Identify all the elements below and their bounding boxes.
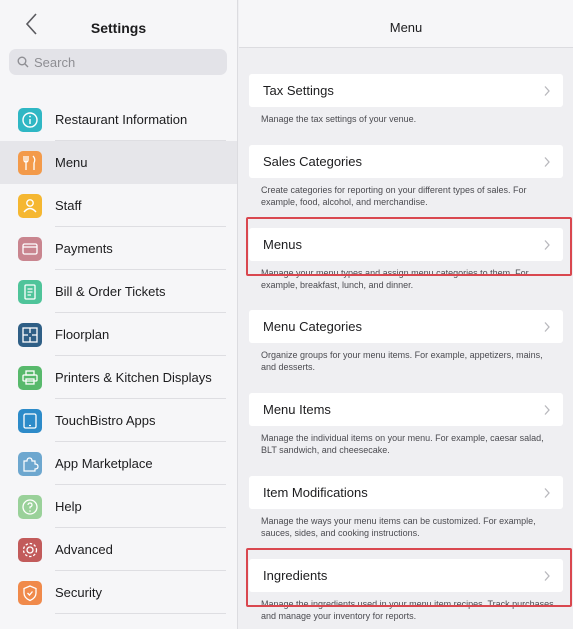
sidebar-item[interactable]: Floorplan bbox=[0, 313, 237, 356]
chevron-right-icon bbox=[544, 570, 550, 581]
sidebar-item-label: Restaurant Information bbox=[55, 112, 188, 127]
sidebar-item-label: Bill & Order Tickets bbox=[55, 284, 166, 299]
menu-detail-pane: Menu Tax Settings Manage the tax settings… bbox=[239, 0, 573, 629]
menu-setting-group: Menus Manage your menu types and assign m… bbox=[249, 228, 563, 291]
menu-setting-group: Menu Categories Organize groups for your … bbox=[249, 310, 563, 373]
printer-icon bbox=[18, 365, 42, 390]
menu-setting-row[interactable]: Menu Categories bbox=[249, 310, 563, 343]
menu-setting-label: Menu Items bbox=[263, 402, 331, 417]
sidebar-title: Settings bbox=[90, 20, 147, 36]
sidebar-item[interactable]: Menu bbox=[0, 141, 237, 184]
chevron-right-icon bbox=[544, 239, 550, 250]
menu-setting-description: Manage the ingredients used in your menu… bbox=[261, 599, 554, 621]
wallet-icon bbox=[18, 236, 42, 261]
menu-setting-description: Organize groups for your menu items. For… bbox=[261, 350, 543, 372]
menu-setting-group: Item Modifications Manage the ways your m… bbox=[249, 476, 563, 539]
settings-sidebar: Settings Restaurant Information Menu Staff… bbox=[0, 0, 238, 629]
sidebar-item-label: Help bbox=[55, 499, 82, 514]
help-icon bbox=[18, 494, 42, 519]
menu-setting-row[interactable]: Menus bbox=[249, 228, 563, 261]
menu-setting-row[interactable]: Tax Settings bbox=[249, 74, 563, 107]
menu-setting-row[interactable]: Ingredients bbox=[249, 559, 563, 592]
menu-setting-row[interactable]: Sales Categories bbox=[249, 145, 563, 178]
sidebar-item-label: Staff bbox=[55, 198, 82, 213]
sidebar-item-label: TouchBistro Apps bbox=[55, 413, 156, 428]
sidebar-nav-bar: Settings bbox=[0, 0, 237, 48]
menu-setting-description: Manage the tax settings of your venue. bbox=[261, 114, 417, 124]
menu-setting-group: Menu Items Manage the individual items on… bbox=[249, 393, 563, 456]
chevron-right-icon bbox=[544, 156, 550, 167]
menu-setting-description: Manage the ways your menu items can be c… bbox=[261, 516, 536, 538]
sidebar-item[interactable]: Printers & Kitchen Displays bbox=[0, 356, 237, 399]
sidebar-item[interactable]: App Marketplace bbox=[0, 442, 237, 485]
menu-setting-description: Create categories for reporting on your … bbox=[261, 185, 527, 207]
person-icon bbox=[18, 193, 42, 218]
sidebar-item-label: Payments bbox=[55, 241, 113, 256]
menu-setting-description: Manage your menu types and assign menu c… bbox=[261, 268, 529, 290]
fork-knife-icon bbox=[18, 150, 42, 175]
menu-setting-description: Manage the individual items on your menu… bbox=[261, 433, 544, 455]
detail-title: Menu bbox=[389, 20, 423, 35]
sidebar-item[interactable]: Bill & Order Tickets bbox=[0, 270, 237, 313]
sidebar-item[interactable]: Advanced bbox=[0, 528, 237, 571]
shield-icon bbox=[18, 580, 42, 605]
menu-setting-group: Ingredients Manage the ingredients used i… bbox=[249, 559, 563, 622]
menu-setting-group: Sales Categories Create categories for re… bbox=[249, 145, 563, 208]
sidebar-item[interactable]: Payments bbox=[0, 227, 237, 270]
sidebar-item[interactable]: Help bbox=[0, 485, 237, 528]
chevron-right-icon bbox=[544, 321, 550, 332]
sidebar-item-label: Security bbox=[55, 585, 102, 600]
divider bbox=[55, 613, 226, 614]
menu-setting-label: Item Modifications bbox=[263, 485, 368, 500]
search-bar[interactable] bbox=[9, 49, 227, 75]
detail-nav-bar: Menu bbox=[239, 0, 573, 48]
menu-setting-label: Menu Categories bbox=[263, 319, 362, 334]
chevron-right-icon bbox=[544, 85, 550, 96]
search-icon bbox=[17, 56, 29, 68]
menu-setting-row[interactable]: Item Modifications bbox=[249, 476, 563, 509]
sidebar-item-label: Floorplan bbox=[55, 327, 110, 342]
puzzle-icon bbox=[18, 451, 42, 476]
chevron-right-icon bbox=[544, 404, 550, 415]
info-icon bbox=[18, 107, 42, 132]
chevron-right-icon bbox=[544, 487, 550, 498]
tablet-icon bbox=[18, 408, 42, 433]
menu-setting-label: Tax Settings bbox=[263, 83, 334, 98]
settings-list: Restaurant Information Menu Staff Payments B… bbox=[0, 98, 237, 614]
menu-setting-group: Tax Settings Manage the tax settings of y… bbox=[249, 74, 563, 125]
sidebar-item[interactable]: TouchBistro Apps bbox=[0, 399, 237, 442]
menu-setting-label: Menus bbox=[263, 237, 303, 252]
sidebar-item-label: App Marketplace bbox=[55, 456, 153, 471]
sidebar-item[interactable]: Security bbox=[0, 571, 237, 614]
gear-icon bbox=[18, 537, 42, 562]
receipt-icon bbox=[18, 279, 42, 304]
search-input[interactable] bbox=[34, 54, 214, 70]
sidebar-item[interactable]: Restaurant Information bbox=[0, 98, 237, 141]
sidebar-item[interactable]: Staff bbox=[0, 184, 237, 227]
sidebar-item-label: Menu bbox=[55, 155, 88, 170]
sidebar-item-label: Advanced bbox=[55, 542, 113, 557]
menu-setting-label: Sales Categories bbox=[263, 154, 362, 169]
floorplan-icon bbox=[18, 322, 42, 347]
sidebar-item-label: Printers & Kitchen Displays bbox=[55, 370, 212, 385]
menu-setting-label: Ingredients bbox=[263, 568, 328, 583]
menu-setting-row[interactable]: Menu Items bbox=[249, 393, 563, 426]
